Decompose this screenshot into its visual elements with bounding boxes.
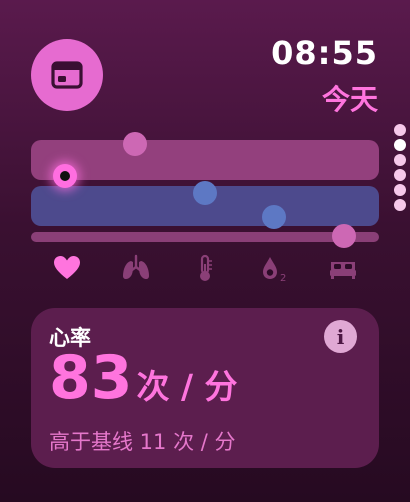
baseline-note: 高于基线 11 次 / 分 (49, 430, 236, 454)
heart-rate-reading: 83 次 / 分 (49, 348, 238, 408)
app-button[interactable] (31, 39, 103, 111)
metric-respiratory[interactable] (120, 252, 152, 284)
lungs-icon (123, 254, 149, 280)
bed-icon (330, 262, 356, 279)
vitals-chart (0, 120, 410, 250)
current-reading-dot (60, 171, 70, 181)
metric-selector: 2 (31, 252, 379, 284)
chart-lane-bottom (31, 232, 379, 242)
info-button[interactable]: i (324, 320, 357, 353)
metric-blood-oxygen[interactable]: 2 (258, 252, 290, 284)
metric-temperature[interactable] (189, 252, 221, 284)
blood-oxygen-icon: 2 (263, 257, 286, 283)
calendar-icon (51, 61, 83, 89)
date-label: 今天 (321, 83, 378, 116)
info-icon: i (336, 324, 345, 349)
heart-rate-value: 83 (49, 343, 133, 413)
thermometer-icon (200, 254, 212, 281)
svg-text:2: 2 (280, 273, 286, 283)
chart-lane-top (31, 140, 379, 180)
reading-bubble (123, 132, 147, 156)
reading-bubble (262, 205, 286, 229)
heart-rate-unit: 次 / 分 (136, 367, 238, 406)
current-reading-marker[interactable] (53, 164, 77, 188)
heart-rate-card[interactable]: 心率 i 83 次 / 分 高于基线 11 次 / 分 (31, 308, 379, 468)
reading-bubble (332, 224, 356, 248)
heart-icon (54, 256, 80, 279)
metric-heart[interactable] (51, 252, 83, 284)
reading-bubble (193, 181, 217, 205)
clock-time: 08:55 (271, 34, 378, 72)
metric-sleep[interactable] (327, 252, 359, 284)
